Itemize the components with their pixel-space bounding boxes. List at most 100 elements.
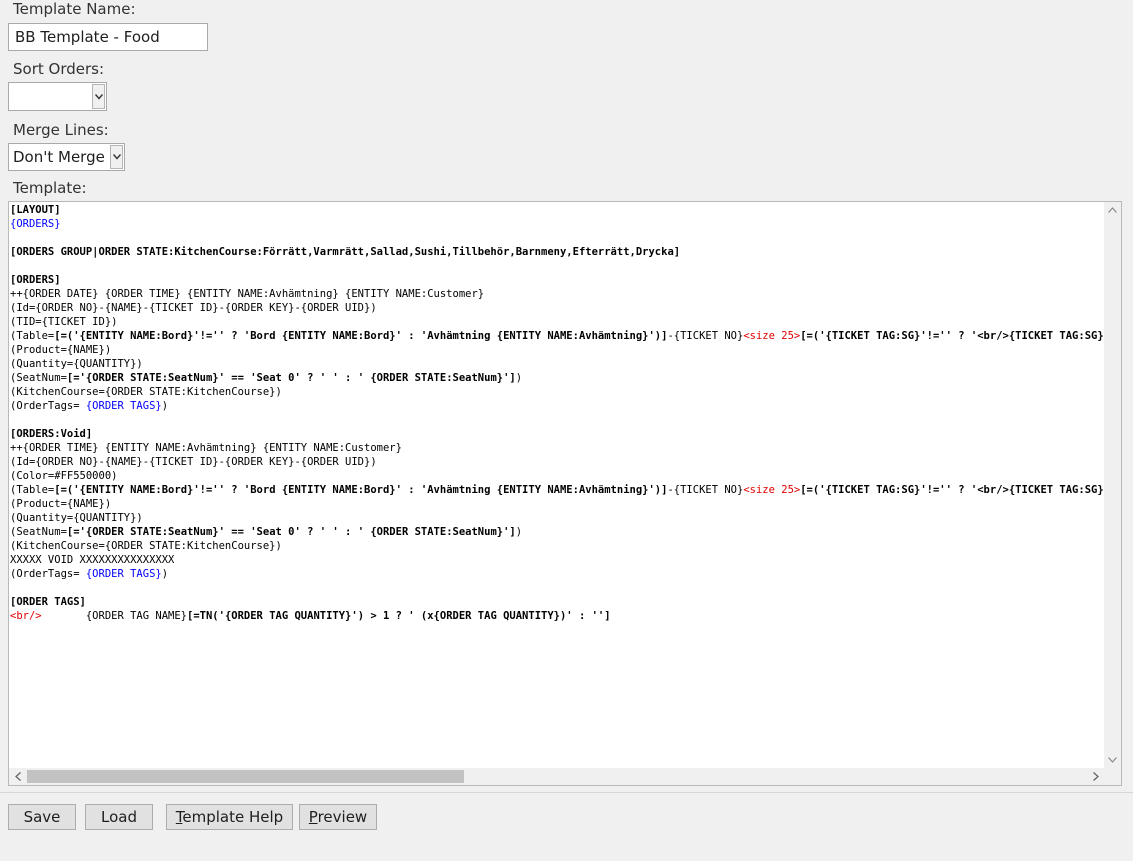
code-token: -{TICKET NO} — [667, 484, 744, 496]
code-token: ) — [161, 400, 169, 412]
code-token: (Quantity={QUANTITY}) — [10, 358, 143, 370]
code-line: (Id={ORDER NO}-{NAME}-{TICKET ID}-{ORDER… — [10, 455, 1104, 469]
horizontal-scroll-thumb[interactable] — [27, 770, 464, 783]
code-token: [=('{ENTITY NAME:Bord}'!='' ? 'Bord {ENT… — [54, 330, 668, 342]
code-token: ) — [515, 526, 523, 538]
chevron-down-icon — [113, 154, 121, 160]
chevron-down-icon — [95, 94, 103, 100]
preview-button[interactable]: Preview — [299, 804, 377, 830]
arrow-down-icon[interactable] — [1108, 757, 1117, 763]
code-token: (TID={TICKET ID}) — [10, 316, 118, 328]
button-bar-divider — [0, 792, 1133, 793]
code-line: (SeatNum=[='{ORDER STATE:SeatNum}' == 'S… — [10, 371, 1104, 385]
template-editor-window: Template Name: Sort Orders: Merge Lines:… — [0, 0, 1133, 861]
arrow-up-icon[interactable] — [1108, 207, 1117, 213]
load-button[interactable]: Load — [85, 804, 153, 830]
code-line: (OrderTags= {ORDER TAGS}) — [10, 399, 1104, 413]
code-token: [ORDERS:Void] — [10, 428, 93, 440]
code-line: (Quantity={QUANTITY}) — [10, 357, 1104, 371]
template-help-rest: emplate Help — [182, 808, 284, 826]
code-token: <br/> — [10, 610, 42, 622]
code-token: {ORDER TAG NAME} — [41, 610, 188, 622]
code-token: -{TICKET NO} — [667, 330, 744, 342]
code-line: {ORDERS} — [10, 217, 1104, 231]
code-line: (KitchenCourse={ORDER STATE:KitchenCours… — [10, 385, 1104, 399]
merge-lines-dropdown-button[interactable] — [110, 145, 123, 169]
merge-lines-label: Merge Lines: — [13, 121, 109, 139]
code-token: [=('{TICKET TAG:SG}'!='' ? '<br/>{TICKET… — [800, 484, 1104, 496]
code-token: [ORDER TAGS] — [10, 596, 86, 608]
sort-orders-dropdown-button[interactable] — [92, 84, 105, 109]
code-token: ) — [161, 568, 169, 580]
preview-mnemonic: P — [308, 808, 318, 826]
preview-rest: review — [317, 808, 368, 826]
save-button[interactable]: Save — [8, 804, 76, 830]
vertical-scrollbar[interactable] — [1104, 202, 1121, 768]
sort-orders-combobox[interactable] — [8, 82, 107, 111]
template-help-button[interactable]: Template Help — [166, 804, 293, 830]
code-token: [=TN('{ORDER TAG QUANTITY}') > 1 ? ' (x{… — [187, 610, 611, 622]
code-line: ++{ORDER DATE} {ORDER TIME} {ENTITY NAME… — [10, 287, 1104, 301]
code-token: (Color=#FF550000) — [10, 470, 118, 482]
code-token: (Table= — [10, 330, 55, 342]
code-token: (Table= — [10, 484, 55, 496]
template-label: Template: — [13, 179, 87, 197]
code-line: (OrderTags= {ORDER TAGS}) — [10, 567, 1104, 581]
template-code-text[interactable]: [LAYOUT] {ORDERS} [ORDERS GROUP|ORDER STA… — [10, 203, 1104, 769]
code-token: (KitchenCourse={ORDER STATE:KitchenCours… — [10, 540, 282, 552]
code-line: (Quantity={QUANTITY}) — [10, 511, 1104, 525]
code-token: (SeatNum= — [10, 372, 67, 384]
code-token: ++{ORDER DATE} {ORDER TIME} {ENTITY NAME… — [10, 288, 485, 300]
code-token: [ORDERS] — [10, 274, 61, 286]
arrow-right-icon[interactable] — [1093, 772, 1099, 781]
code-token: (SeatNum= — [10, 526, 67, 538]
code-token: (Product={NAME}) — [10, 344, 112, 356]
code-line: (Id={ORDER NO}-{NAME}-{TICKET ID}-{ORDER… — [10, 301, 1104, 315]
code-token: [=('{TICKET TAG:SG}'!='' ? '<br/>{TICKET… — [800, 330, 1104, 342]
code-token: (Id={ORDER NO}-{NAME}-{TICKET ID}-{ORDER… — [10, 456, 377, 468]
code-token: ++{ORDER TIME} {ENTITY NAME:Avhämtning} … — [10, 442, 402, 454]
code-line: [ORDERS] — [10, 273, 1104, 287]
code-token: (KitchenCourse={ORDER STATE:KitchenCours… — [10, 386, 282, 398]
code-token: [='{ORDER STATE:SeatNum}' == 'Seat 0' ? … — [66, 526, 516, 538]
code-line: [ORDERS GROUP|ORDER STATE:KitchenCourse:… — [10, 245, 1104, 259]
code-token: (OrderTags= — [10, 400, 86, 412]
code-token: ) — [515, 372, 523, 384]
code-token: [='{ORDER STATE:SeatNum}' == 'Seat 0' ? … — [66, 372, 516, 384]
code-line: ++{ORDER TIME} {ENTITY NAME:Avhämtning} … — [10, 441, 1104, 455]
code-line: (Table=[=('{ENTITY NAME:Bord}'!='' ? 'Bo… — [10, 483, 1104, 497]
template-code-editor[interactable]: [LAYOUT] {ORDERS} [ORDERS GROUP|ORDER STA… — [8, 201, 1122, 786]
code-line: (Color=#FF550000) — [10, 469, 1104, 483]
code-token: (Product={NAME}) — [10, 498, 112, 510]
code-token: [=('{ENTITY NAME:Bord}'!='' ? 'Bord {ENT… — [54, 484, 668, 496]
code-line: (TID={TICKET ID}) — [10, 315, 1104, 329]
code-token: [ORDERS GROUP|ORDER STATE:KitchenCourse:… — [10, 246, 681, 258]
arrow-left-icon[interactable] — [15, 772, 21, 781]
template-name-field[interactable] — [8, 23, 208, 51]
code-token: XXXXX VOID XXXXXXXXXXXXXXX — [10, 554, 175, 566]
code-token: {ORDER TAGS} — [85, 400, 162, 412]
code-line: (KitchenCourse={ORDER STATE:KitchenCours… — [10, 539, 1104, 553]
code-line: [LAYOUT] — [10, 203, 1104, 217]
scrollbar-corner — [1104, 768, 1121, 785]
code-line: (Product={NAME}) — [10, 497, 1104, 511]
merge-lines-combobox[interactable]: Don't Merge — [8, 143, 125, 171]
code-line: <br/> {ORDER TAG NAME}[=TN('{ORDER TAG Q… — [10, 609, 1104, 623]
code-line: (Product={NAME}) — [10, 343, 1104, 357]
merge-lines-selected-value: Don't Merge — [13, 148, 105, 166]
code-line: (SeatNum=[='{ORDER STATE:SeatNum}' == 'S… — [10, 525, 1104, 539]
sort-orders-label: Sort Orders: — [13, 60, 105, 78]
horizontal-scrollbar[interactable] — [9, 768, 1105, 785]
template-name-input[interactable] — [9, 24, 203, 50]
code-token: {ORDER TAGS} — [85, 568, 162, 580]
code-line: [ORDER TAGS] — [10, 595, 1104, 609]
code-token: (Quantity={QUANTITY}) — [10, 512, 143, 524]
code-line: XXXXX VOID XXXXXXXXXXXXXXX — [10, 553, 1104, 567]
template-name-label: Template Name: — [13, 0, 136, 18]
code-token: {ORDERS} — [10, 218, 61, 230]
code-token: <size 25> — [743, 330, 801, 342]
